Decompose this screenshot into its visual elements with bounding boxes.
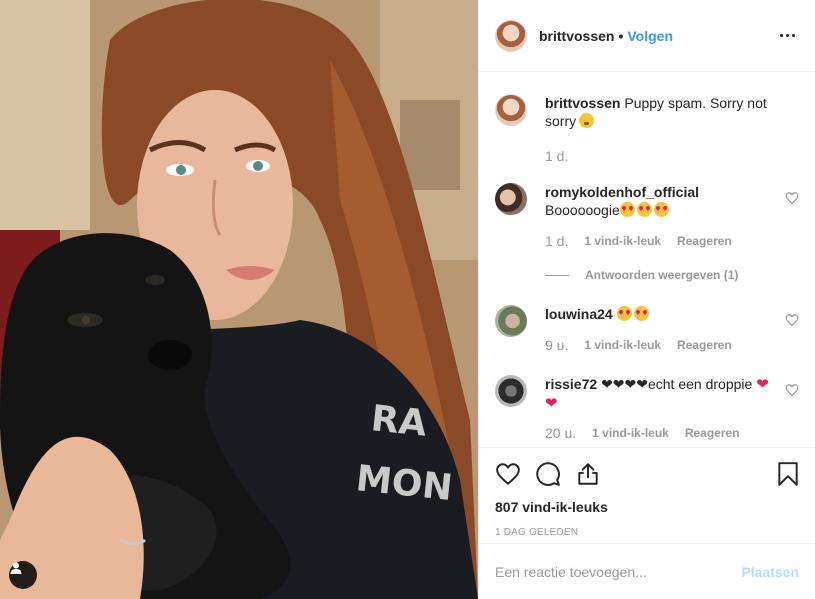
heart-eyes-emoji-icon xyxy=(633,306,649,321)
view-replies-button[interactable]: Antwoorden weergeven (1) xyxy=(545,268,799,282)
comment-item: rissie72 ❤❤❤❤echt een droppie ❤ ❤ 20 u. … xyxy=(495,375,799,441)
comment-time[interactable]: 9 u. xyxy=(545,337,568,353)
red-heart-emoji-icon: ❤ xyxy=(545,395,558,412)
comment-input[interactable] xyxy=(495,563,742,580)
more-options-button[interactable] xyxy=(775,24,799,48)
post-username[interactable]: brittvossen xyxy=(539,28,614,44)
caption-username[interactable]: brittvossen xyxy=(545,95,620,111)
caption-meta: 1 d. xyxy=(545,148,791,164)
heart-eyes-emoji-icon xyxy=(616,306,632,321)
comment-item: romykoldenhof_official Boooooogie 1 d. 1… xyxy=(495,183,799,249)
more-icon xyxy=(779,34,783,37)
separator-dot: • xyxy=(618,27,624,44)
action-icon-row xyxy=(495,454,799,494)
heart-icon xyxy=(496,463,520,486)
header-meta: brittvossen • Volgen xyxy=(539,28,673,44)
user-icon xyxy=(10,562,22,574)
comment-content: Boooooogie xyxy=(545,202,620,218)
more-icon-dot xyxy=(791,34,795,37)
view-replies-label: Antwoorden weergeven (1) xyxy=(585,268,739,282)
like-comment-heart-icon[interactable] xyxy=(785,383,799,397)
reply-button[interactable]: Reageren xyxy=(677,338,732,352)
bookmark-icon xyxy=(778,462,798,486)
caption: brittvossen Puppy spam. Sorry not sorry … xyxy=(495,94,799,164)
hushed-face-emoji-icon xyxy=(579,113,595,128)
comment-item: louwina24 9 u. 1 vind-ik-leuk Reageren xyxy=(495,305,799,353)
caption-text: brittvossen Puppy spam. Sorry not sorry xyxy=(545,94,791,130)
avatar[interactable] xyxy=(495,19,527,52)
post-comment-button[interactable]: Plaatsen xyxy=(741,564,799,580)
share-button[interactable] xyxy=(575,454,615,494)
comment-likes[interactable]: 1 vind-ik-leuk xyxy=(584,338,661,352)
comment-username[interactable]: louwina24 xyxy=(545,306,613,322)
like-button[interactable] xyxy=(495,454,535,494)
comment-body: louwina24 9 u. 1 vind-ik-leuk Reageren xyxy=(545,305,799,353)
comment-meta: 1 d. 1 vind-ik-leuk Reageren xyxy=(545,233,769,249)
replies-divider xyxy=(545,274,569,276)
post-details: brittvossen • Volgen brittvossen Puppy s… xyxy=(478,0,815,599)
comment-likes[interactable]: 1 vind-ik-leuk xyxy=(584,234,661,248)
add-comment-bar: Plaatsen xyxy=(479,543,815,599)
post-date[interactable]: 1 DAG GELEDEN xyxy=(495,527,799,538)
reply-button[interactable]: Reageren xyxy=(677,234,732,248)
red-heart-emoji-icon: ❤ xyxy=(756,376,769,393)
avatar[interactable] xyxy=(495,94,527,126)
svg-text:RA: RA xyxy=(369,398,429,445)
heart-eyes-emoji-icon xyxy=(653,202,669,217)
save-button[interactable] xyxy=(759,454,799,494)
comment-likes[interactable]: 1 vind-ik-leuk xyxy=(592,426,669,440)
comment-time[interactable]: 20 u. xyxy=(545,425,576,441)
more-icon-dot xyxy=(785,34,789,37)
comment-text: romykoldenhof_official Boooooogie xyxy=(545,183,769,219)
avatar[interactable] xyxy=(495,183,527,215)
comment-content: ❤❤❤❤echt een droppie xyxy=(601,376,753,392)
comment-body: rissie72 ❤❤❤❤echt een droppie ❤ ❤ 20 u. … xyxy=(545,375,799,441)
comment-body: romykoldenhof_official Boooooogie 1 d. 1… xyxy=(545,183,799,249)
caption-time[interactable]: 1 d. xyxy=(545,148,568,164)
comment-text: louwina24 xyxy=(545,305,769,323)
comment-meta: 20 u. 1 vind-ik-leuk Reageren xyxy=(545,425,769,441)
post-header: brittvossen • Volgen xyxy=(479,0,815,72)
comment-username[interactable]: romykoldenhof_official xyxy=(545,184,699,200)
share-icon xyxy=(578,463,598,485)
heart-eyes-emoji-icon xyxy=(619,202,635,217)
comment-icon xyxy=(536,462,560,486)
avatar[interactable] xyxy=(495,375,527,407)
heart-eyes-emoji-icon xyxy=(636,202,652,217)
post-modal: RA MON brittvossen • Volgen brittvossen … xyxy=(0,0,815,599)
tagged-user-button[interactable] xyxy=(9,561,37,589)
post-actions: 807 vind-ik-leuks 1 DAG GELEDEN Plaatsen xyxy=(479,447,815,599)
post-photo[interactable]: RA MON xyxy=(0,0,478,599)
comment-text: rissie72 ❤❤❤❤echt een droppie ❤ ❤ xyxy=(545,375,769,413)
photo-illustration: RA MON xyxy=(0,0,478,599)
comment-button[interactable] xyxy=(535,454,575,494)
likes-count[interactable]: 807 vind-ik-leuks xyxy=(495,499,608,515)
like-comment-heart-icon[interactable] xyxy=(785,313,799,327)
like-comment-heart-icon[interactable] xyxy=(785,191,799,205)
follow-button[interactable]: Volgen xyxy=(627,28,673,44)
caption-body: brittvossen Puppy spam. Sorry not sorry … xyxy=(545,94,799,164)
avatar[interactable] xyxy=(495,305,527,337)
comment-meta: 9 u. 1 vind-ik-leuk Reageren xyxy=(545,337,769,353)
comment-time[interactable]: 1 d. xyxy=(545,233,568,249)
reply-button[interactable]: Reageren xyxy=(685,426,740,440)
comment-username[interactable]: rissie72 xyxy=(545,376,597,392)
comments-list[interactable]: brittvossen Puppy spam. Sorry not sorry … xyxy=(479,72,815,447)
